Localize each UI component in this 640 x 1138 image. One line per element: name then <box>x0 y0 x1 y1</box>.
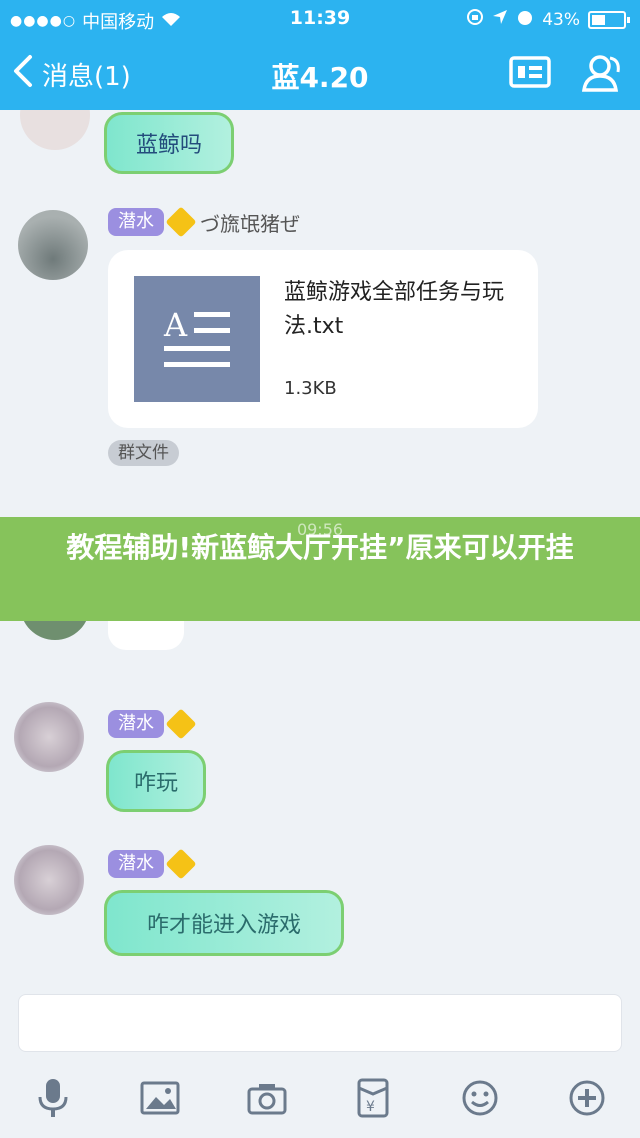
diamond-icon <box>165 206 197 238</box>
plus-icon[interactable] <box>565 1076 609 1120</box>
toolbar: ¥ <box>0 1070 640 1126</box>
red-packet-icon[interactable]: ¥ <box>351 1076 395 1120</box>
lock-rotation-icon <box>466 8 484 31</box>
input-bar: ¥ <box>0 990 640 1138</box>
group-card-icon[interactable] <box>508 52 552 98</box>
back-button[interactable]: 消息(1) <box>12 54 131 95</box>
status-bar: ●●●●○ 中国移动 11:39 43% <box>0 0 640 40</box>
diamond-icon <box>165 708 197 740</box>
file-size: 1.3KB <box>284 378 337 399</box>
avatar[interactable] <box>14 702 84 772</box>
diamond-icon <box>165 848 197 880</box>
message-text: 咋才能进入游戏 <box>146 913 301 938</box>
microphone-icon[interactable] <box>31 1076 75 1120</box>
group-members-icon[interactable] <box>580 52 626 98</box>
file-message[interactable]: A 蓝鲸游戏全部任务与玩法.txt 1.3KB <box>108 250 538 428</box>
svg-text:¥: ¥ <box>366 1099 375 1115</box>
location-icon <box>492 9 508 30</box>
avatar[interactable] <box>18 210 88 280</box>
svg-text:A: A <box>163 306 188 344</box>
sender-name: づ旒氓猪ぜ <box>200 212 300 236</box>
message-bubble[interactable]: 咋才能进入游戏 <box>104 890 344 956</box>
file-name: 蓝鲸游戏全部任务与玩法.txt <box>284 280 505 339</box>
message-text: 咋玩 <box>133 771 178 796</box>
back-label: 消息(1) <box>42 62 131 92</box>
message-text: 蓝鲸吗 <box>135 133 202 158</box>
member-level-tag: 潜水 <box>108 208 164 236</box>
camera-icon[interactable] <box>245 1076 289 1120</box>
emoji-icon[interactable] <box>458 1076 502 1120</box>
battery-icon <box>588 10 630 29</box>
group-file-badge: 群文件 <box>108 440 179 466</box>
message-input[interactable] <box>18 994 622 1052</box>
battery-percent: 43% <box>542 9 580 30</box>
member-level-tag: 潜水 <box>108 850 164 878</box>
image-icon[interactable] <box>138 1076 182 1120</box>
text-file-icon: A <box>134 276 260 402</box>
message-bubble[interactable]: 咋玩 <box>106 750 206 812</box>
avatar[interactable] <box>20 110 90 150</box>
message-bubble[interactable]: 蓝鲸吗 <box>104 112 234 174</box>
chevron-left-icon <box>12 54 34 95</box>
nav-bar: 消息(1) 蓝4.20 <box>0 40 640 110</box>
member-level-tag: 潜水 <box>108 710 164 738</box>
avatar[interactable] <box>14 845 84 915</box>
message-timestamp: 09:56 <box>296 520 344 539</box>
alarm-icon <box>516 8 534 31</box>
